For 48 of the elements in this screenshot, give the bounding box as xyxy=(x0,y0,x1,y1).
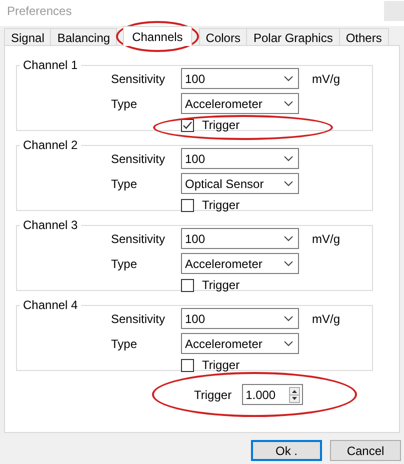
chevron-down-icon xyxy=(284,76,293,82)
window-title: Preferences xyxy=(6,3,72,18)
trigger-checkbox[interactable]: Trigger xyxy=(181,198,240,212)
chevron-down-icon xyxy=(284,260,293,266)
chevron-down-icon xyxy=(284,340,293,346)
tab[interactable]: Balancing xyxy=(50,28,118,45)
spin-arrows-icon[interactable] xyxy=(288,386,300,402)
field-label: Type xyxy=(111,336,138,350)
ok-button[interactable]: Ok . xyxy=(251,440,322,461)
cancel-button[interactable]: Cancel xyxy=(330,440,401,461)
group-title: Channel 4 xyxy=(22,298,79,312)
chevron-down-icon xyxy=(284,156,293,162)
group-title: Channel 1 xyxy=(22,58,79,72)
unit-label: mV/g xyxy=(311,312,342,326)
field-label: Sensitivity xyxy=(111,152,166,166)
chevron-down-icon xyxy=(284,180,293,186)
chevron-down-icon xyxy=(284,316,293,322)
trigger-checkbox[interactable]: Trigger xyxy=(181,358,240,372)
tab[interactable]: Channels xyxy=(123,26,192,46)
field-label: Type xyxy=(111,256,138,270)
field-label: Sensitivity xyxy=(111,72,166,86)
sensitivity-dropdown[interactable]: 100 xyxy=(181,228,299,249)
group-title: Channel 3 xyxy=(22,218,79,232)
group-title: Channel 2 xyxy=(22,138,79,152)
tab[interactable]: Signal xyxy=(4,28,52,45)
chevron-down-icon xyxy=(284,236,293,242)
type-dropdown[interactable]: Accelerometer xyxy=(181,333,299,354)
unit-label: mV/g xyxy=(311,72,342,86)
checkmark-icon xyxy=(182,120,193,130)
sensitivity-dropdown[interactable]: 100 xyxy=(181,68,299,89)
type-dropdown[interactable]: Optical Sensor xyxy=(181,173,299,194)
sensitivity-dropdown[interactable]: 100 xyxy=(181,308,299,329)
trigger-checkbox[interactable]: Trigger xyxy=(181,278,240,292)
chevron-down-icon xyxy=(284,100,293,106)
trigger-spinbox[interactable]: 1.000 xyxy=(242,384,303,405)
field-label: Sensitivity xyxy=(111,312,166,326)
field-label: Trigger xyxy=(194,388,232,402)
field-label: Type xyxy=(111,96,138,110)
tab[interactable]: Polar Graphics xyxy=(246,28,340,45)
tab[interactable]: Colors xyxy=(198,28,248,45)
sensitivity-dropdown[interactable]: 100 xyxy=(181,148,299,169)
type-dropdown[interactable]: Accelerometer xyxy=(181,93,299,114)
field-label: Type xyxy=(111,176,138,190)
field-label: Sensitivity xyxy=(111,232,166,246)
unit-label: mV/g xyxy=(311,232,342,246)
type-dropdown[interactable]: Accelerometer xyxy=(181,253,299,274)
trigger-checkbox[interactable]: Trigger xyxy=(181,118,240,132)
tab[interactable]: Others xyxy=(338,28,389,45)
